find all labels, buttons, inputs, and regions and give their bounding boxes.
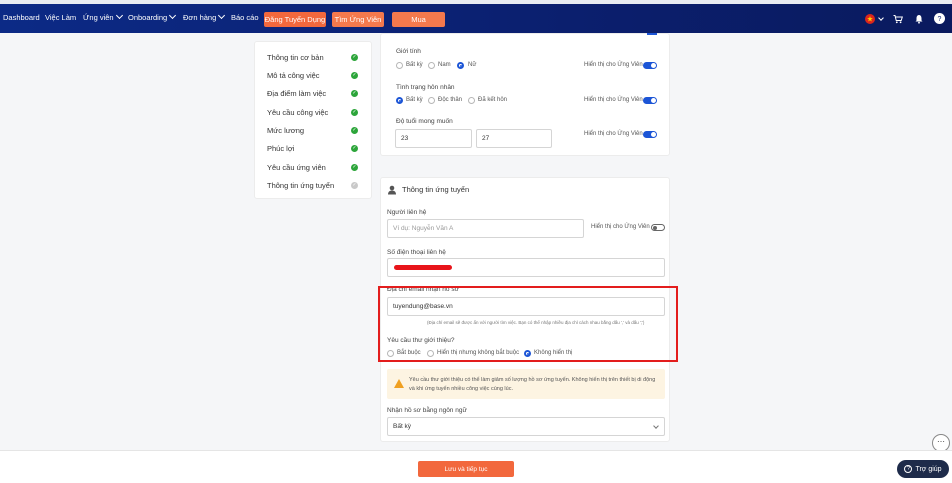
phone-label: Số điện thoại liên hệ	[387, 249, 446, 256]
check-icon: ✓	[351, 90, 358, 97]
step-application-info[interactable]: Thông tin ứng tuyển	[267, 181, 334, 190]
age-max-input[interactable]: 27	[476, 129, 552, 148]
step-candidate-requirements[interactable]: Yêu cầu ứng viên	[267, 163, 326, 172]
buy-button[interactable]: Mua	[392, 12, 445, 27]
nav-jobs[interactable]: Việc Làm	[45, 13, 76, 22]
nav-reports[interactable]: Báo cáo	[231, 13, 259, 22]
show-marital-label: Hiển thị cho Ứng Viên	[584, 97, 643, 103]
help-label: Trợ giúp	[915, 465, 942, 473]
marital-any-label: Bất kỳ	[406, 97, 423, 103]
show-gender-toggle[interactable]	[643, 62, 657, 69]
chevron-down-icon	[115, 11, 123, 20]
check-icon: ✓	[351, 109, 358, 116]
collapse-icon[interactable]	[647, 33, 657, 35]
warning-text: Yêu cầu thư giới thiệu có thể làm giảm s…	[409, 377, 656, 392]
chevron-down-icon	[218, 11, 226, 20]
email-highlight-box	[378, 286, 678, 362]
language-selected-value: Bất kỳ	[393, 423, 412, 430]
user-icon	[388, 185, 396, 195]
check-icon: ✓	[351, 145, 358, 152]
step-salary[interactable]: Mức lương	[267, 126, 304, 135]
nav-candidates-label: Ứng viên	[83, 13, 114, 22]
show-gender-label: Hiển thị cho Ứng Viên	[584, 62, 643, 68]
gender-any-radio[interactable]	[396, 62, 403, 69]
step-job-description[interactable]: Mô tả công việc	[267, 71, 320, 80]
show-age-label: Hiển thị cho Ứng Viên	[584, 131, 643, 137]
nav-reports-label: Báo cáo	[231, 13, 259, 22]
step-navigation: Thông tin cơ bản ✓ Mô tả công việc ✓ Địa…	[254, 41, 372, 199]
marital-single-label: Độc thân	[438, 97, 463, 103]
marital-married-label: Đã kết hôn	[478, 97, 508, 103]
candidate-requirements-card: Giới tính Bất kỳ Nam Nữ Hiển thị cho Ứng…	[380, 33, 670, 156]
marital-label: Tình trạng hôn nhân	[396, 84, 455, 91]
show-marital-toggle[interactable]	[643, 97, 657, 104]
cart-icon[interactable]	[893, 14, 903, 24]
gender-female-label: Nữ	[468, 62, 477, 68]
show-age-toggle[interactable]	[643, 131, 657, 138]
step-benefits[interactable]: Phúc lợi	[267, 144, 294, 153]
check-icon: ✓	[351, 54, 358, 61]
chevron-down-icon[interactable]	[878, 15, 884, 21]
check-icon: ✓	[351, 127, 358, 134]
find-candidate-button[interactable]: Tìm Ứng Viên	[332, 12, 384, 27]
show-contact-toggle[interactable]	[651, 224, 665, 231]
contact-person-label: Người liên hệ	[387, 209, 427, 216]
nav-orders-label: Đơn hàng	[183, 13, 217, 22]
contact-person-input[interactable]: Ví dụ: Nguyễn Văn A	[387, 219, 584, 238]
main-content: Thông tin cơ bản ✓ Mô tả công việc ✓ Địa…	[0, 33, 952, 450]
bell-icon[interactable]	[914, 14, 924, 24]
nav-candidates[interactable]: Ứng viên	[83, 11, 123, 22]
check-pending-icon: ✓	[351, 182, 358, 189]
nav-dashboard[interactable]: Dashboard	[3, 13, 40, 22]
warning-icon	[394, 379, 404, 388]
gender-male-label: Nam	[438, 62, 451, 68]
nav-onboarding-label: Onboarding	[128, 13, 168, 22]
show-contact-label: Hiển thị cho Ứng Viên	[591, 224, 650, 230]
gender-male-radio[interactable]	[428, 62, 435, 69]
nav-dashboard-label: Dashboard	[3, 13, 40, 22]
step-work-location[interactable]: Địa điểm làm việc	[267, 89, 326, 98]
svg-text:?: ?	[938, 16, 942, 23]
nav-jobs-label: Việc Làm	[45, 13, 77, 22]
marital-single-radio[interactable]	[428, 97, 435, 104]
nav-orders[interactable]: Đơn hàng	[183, 11, 226, 22]
help-button[interactable]: ? Trợ giúp	[897, 460, 949, 478]
language-select[interactable]: Bất kỳ	[387, 417, 665, 436]
gender-any-label: Bất kỳ	[406, 62, 423, 68]
flag-vn-icon[interactable]	[865, 14, 875, 24]
question-icon: ?	[904, 465, 913, 473]
footer-bar: Lưu và tiếp tục ? Trợ giúp	[0, 450, 952, 483]
language-label: Nhận hồ sơ bằng ngôn ngữ	[387, 407, 467, 414]
marital-any-radio[interactable]	[396, 97, 403, 104]
age-min-input[interactable]: 23	[395, 129, 472, 148]
redacted-phone-mark	[394, 265, 452, 270]
step-basic-info[interactable]: Thông tin cơ bản	[267, 53, 324, 62]
section-title: Thông tin ứng tuyển	[402, 185, 470, 194]
step-job-requirements[interactable]: Yêu cầu công việc	[267, 108, 328, 117]
chevron-down-icon	[653, 423, 659, 429]
top-navbar: Dashboard Việc Làm Ứng viên Onboarding Đ…	[0, 4, 952, 33]
check-icon: ✓	[351, 72, 358, 79]
help-circle-icon[interactable]: ?	[934, 13, 945, 24]
marital-married-radio[interactable]	[468, 97, 475, 104]
age-label: Độ tuổi mong muốn	[396, 118, 453, 125]
save-continue-button[interactable]: Lưu và tiếp tục	[418, 461, 514, 477]
gender-label: Giới tính	[396, 48, 421, 55]
phone-input[interactable]	[387, 258, 665, 277]
cover-letter-warning: Yêu cầu thư giới thiệu có thể làm giảm s…	[387, 369, 665, 399]
chevron-down-icon	[169, 11, 177, 20]
check-icon: ✓	[351, 164, 358, 171]
post-job-button[interactable]: Đăng Tuyển Dụng	[264, 12, 326, 27]
gender-female-radio[interactable]	[457, 62, 464, 69]
nav-onboarding[interactable]: Onboarding	[128, 11, 177, 22]
